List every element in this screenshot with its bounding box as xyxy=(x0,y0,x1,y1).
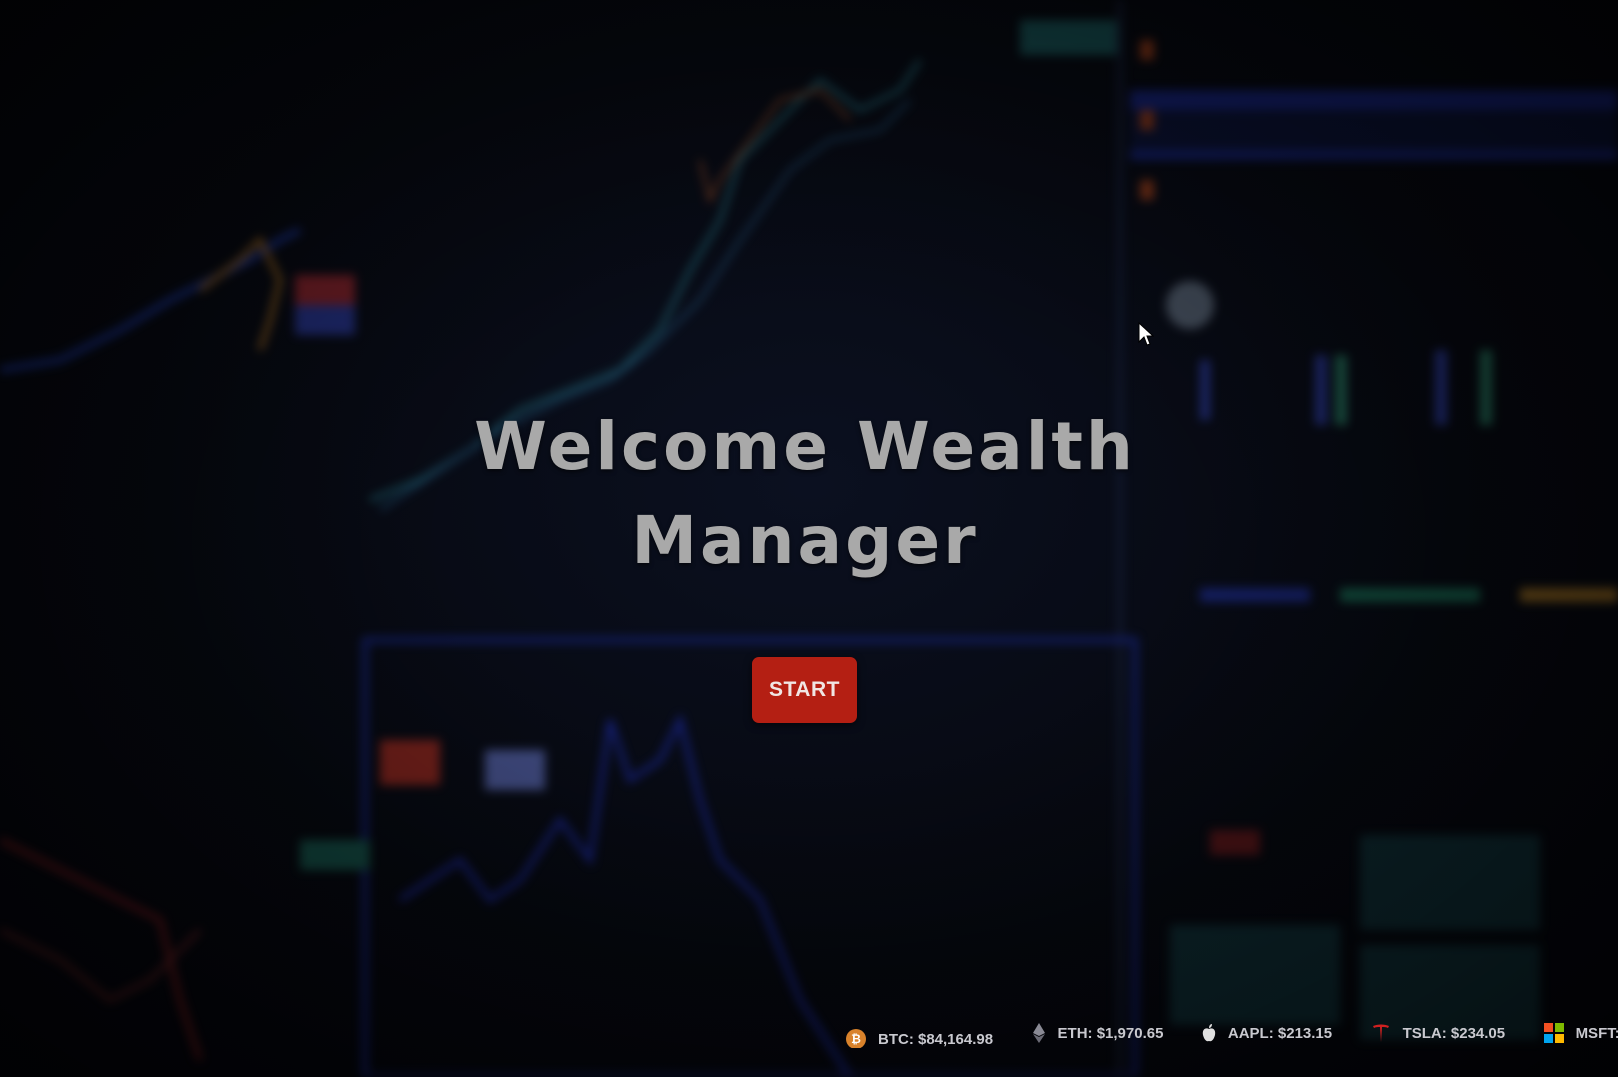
price-ticker: ₿ BTC: $84,164.98 ETH: $1,970.65 AAPL: $… xyxy=(846,1018,1618,1048)
apple-icon xyxy=(1202,1023,1216,1043)
ticker-text: BTC: $84,164.98 xyxy=(878,1030,994,1048)
ticker-item-tsla: TSLA: $234.05 xyxy=(1371,1018,1506,1048)
welcome-title: Welcome Wealth Manager xyxy=(474,408,1136,579)
ethereum-icon xyxy=(1032,1023,1046,1043)
microsoft-icon xyxy=(1543,1023,1564,1043)
mouse-cursor-icon xyxy=(1138,322,1154,346)
start-button[interactable]: START xyxy=(752,657,857,723)
bitcoin-icon: ₿ xyxy=(846,1029,866,1048)
hero-section: Welcome Wealth Manager xyxy=(0,400,1618,588)
ticker-text: AAPL: $213.15 xyxy=(1227,1024,1333,1042)
ticker-item-btc: ₿ BTC: $84,164.98 xyxy=(846,1024,993,1048)
ticker-text: MSFT: $3 xyxy=(1575,1024,1618,1042)
ticker-item-aapl: AAPL: $213.15 xyxy=(1202,1018,1332,1048)
ticker-text: ETH: $1,970.65 xyxy=(1057,1024,1164,1042)
ticker-item-eth: ETH: $1,970.65 xyxy=(1032,1018,1164,1048)
ticker-text: TSLA: $234.05 xyxy=(1402,1024,1506,1042)
ticker-item-msft: MSFT: $3 xyxy=(1543,1018,1618,1048)
tesla-icon xyxy=(1371,1023,1391,1043)
landing-screen: Welcome Wealth Manager START ₿ BTC: $84,… xyxy=(0,0,1618,1077)
